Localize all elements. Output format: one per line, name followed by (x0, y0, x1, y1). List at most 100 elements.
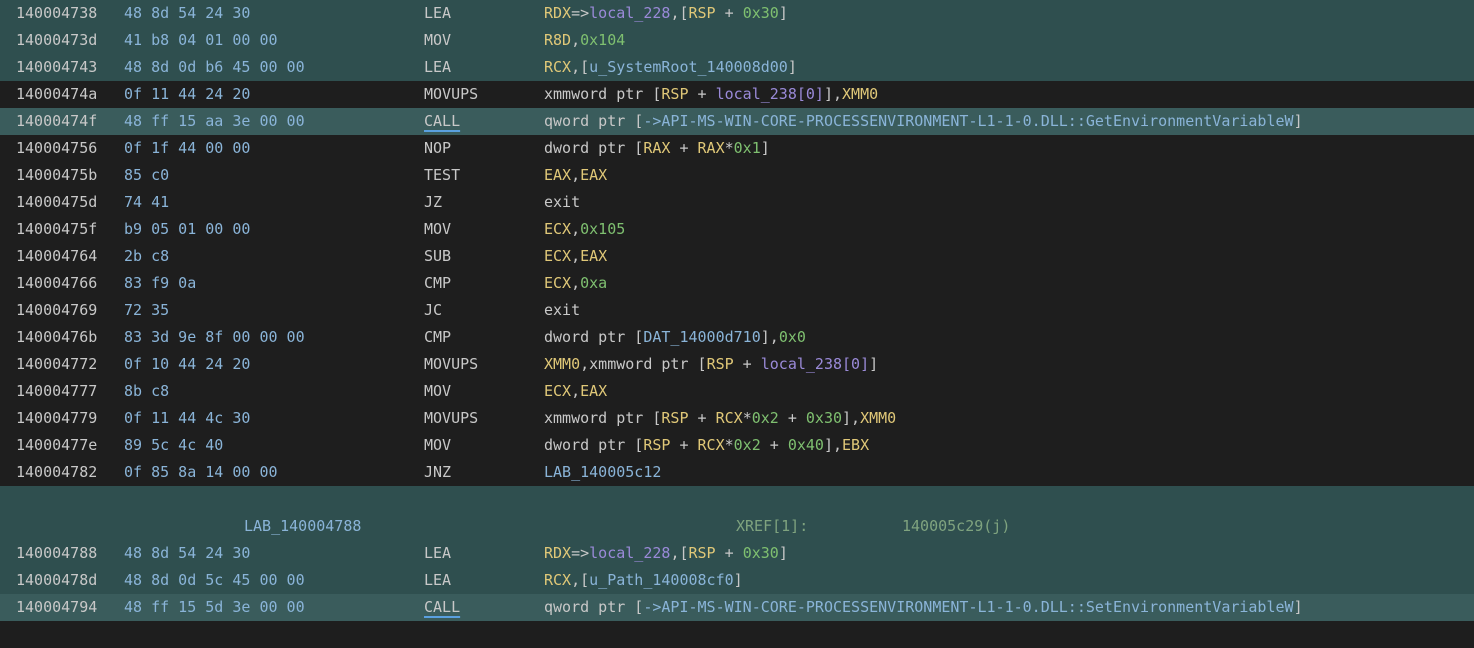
instruction-bytes[interactable]: 89 5c 4c 40 (124, 432, 223, 459)
instruction-row[interactable]: 14000475d 74 41 JZ exit (0, 189, 1474, 216)
instruction-address[interactable]: 140004779 (16, 405, 97, 432)
instruction-operands[interactable]: dword ptr [RAX + RAX*0x1] (544, 135, 770, 162)
instruction-address[interactable]: 140004743 (16, 54, 97, 81)
instruction-address[interactable]: 140004777 (16, 378, 97, 405)
xref-address[interactable]: 140005c29(j) (902, 513, 1010, 540)
instruction-bytes[interactable]: 48 8d 0d b6 45 00 00 (124, 54, 305, 81)
instruction-bytes[interactable]: 0f 85 8a 14 00 00 (124, 459, 278, 486)
instruction-row[interactable]: 140004794 48 ff 15 5d 3e 00 00 CALL qword p… (0, 594, 1474, 621)
instruction-address[interactable]: 14000477e (16, 432, 97, 459)
instruction-mnemonic[interactable]: MOV (424, 216, 451, 243)
instruction-address[interactable]: 140004764 (16, 243, 97, 270)
instruction-bytes[interactable]: 48 ff 15 5d 3e 00 00 (124, 594, 305, 621)
instruction-operands[interactable]: xmmword ptr [RSP + local_238[0]],XMM0 (544, 81, 878, 108)
instruction-operands[interactable]: R8D,0x104 (544, 27, 625, 54)
instruction-mnemonic[interactable]: MOV (424, 432, 451, 459)
instruction-address[interactable]: 140004782 (16, 459, 97, 486)
instruction-bytes[interactable]: 2b c8 (124, 243, 169, 270)
operand-token[interactable]: LAB_140005c12 (544, 463, 661, 481)
code-label[interactable]: LAB_140004788 (244, 513, 361, 540)
instruction-mnemonic[interactable]: CALL (424, 108, 460, 135)
operand-token[interactable]: DAT_14000d710 (643, 328, 760, 346)
instruction-operands[interactable]: ECX,EAX (544, 378, 607, 405)
instruction-bytes[interactable]: 48 ff 15 aa 3e 00 00 (124, 108, 305, 135)
instruction-row[interactable]: 14000473d 41 b8 04 01 00 00 MOV R8D,0x104 (0, 27, 1474, 54)
instruction-bytes[interactable]: 48 8d 54 24 30 (124, 540, 250, 567)
instruction-row[interactable]: 14000478d 48 8d 0d 5c 45 00 00 LEA RCX,[u_P… (0, 567, 1474, 594)
instruction-operands[interactable]: qword ptr [->API-MS-WIN-CORE-PROCESSENVI… (544, 594, 1303, 621)
operand-token[interactable]: ->API-MS-WIN-CORE-PROCESSENVIRONMENT-L1-… (643, 598, 1293, 616)
instruction-operands[interactable]: dword ptr [RSP + RCX*0x2 + 0x40],EBX (544, 432, 869, 459)
instruction-mnemonic[interactable]: LEA (424, 540, 451, 567)
instruction-mnemonic[interactable]: MOV (424, 378, 451, 405)
instruction-bytes[interactable]: 72 35 (124, 297, 169, 324)
instruction-row[interactable]: 14000475b 85 c0 TEST EAX,EAX (0, 162, 1474, 189)
instruction-mnemonic[interactable]: TEST (424, 162, 460, 189)
operand-token[interactable]: u_SystemRoot_140008d00 (589, 58, 788, 76)
instruction-operands[interactable]: ECX,0x105 (544, 216, 625, 243)
instruction-mnemonic[interactable]: JZ (424, 189, 442, 216)
instruction-operands[interactable]: qword ptr [->API-MS-WIN-CORE-PROCESSENVI… (544, 108, 1303, 135)
instruction-row[interactable]: 140004788 48 8d 54 24 30 LEA RDX=>local_228… (0, 540, 1474, 567)
instruction-mnemonic[interactable]: LEA (424, 0, 451, 27)
instruction-operands[interactable]: RCX,[u_SystemRoot_140008d00] (544, 54, 797, 81)
instruction-address[interactable]: 140004756 (16, 135, 97, 162)
instruction-row[interactable]: 140004738 48 8d 54 24 30 LEA RDX=>local_228… (0, 0, 1474, 27)
instruction-address[interactable]: 140004769 (16, 297, 97, 324)
instruction-operands[interactable]: RCX,[u_Path_140008cf0] (544, 567, 743, 594)
instruction-row[interactable]: 140004743 48 8d 0d b6 45 00 00 LEA RCX,[u_S… (0, 54, 1474, 81)
instruction-address[interactable]: 14000475b (16, 162, 97, 189)
instruction-row[interactable]: 140004769 72 35 JC exit (0, 297, 1474, 324)
instruction-address[interactable]: 14000475f (16, 216, 97, 243)
instruction-address[interactable]: 14000473d (16, 27, 97, 54)
instruction-operands[interactable]: RDX=>local_228,[RSP + 0x30] (544, 540, 788, 567)
instruction-address[interactable]: 14000476b (16, 324, 97, 351)
label-row[interactable]: LAB_140004788 XREF[1]: 140005c29(j) (0, 513, 1474, 540)
instruction-row[interactable]: 140004764 2b c8 SUB ECX,EAX (0, 243, 1474, 270)
instruction-row[interactable]: 140004782 0f 85 8a 14 00 00 JNZ LAB_140005c… (0, 459, 1474, 486)
instruction-mnemonic[interactable]: JNZ (424, 459, 451, 486)
instruction-address[interactable]: 14000474a (16, 81, 97, 108)
instruction-operands[interactable]: EAX,EAX (544, 162, 607, 189)
instruction-address[interactable]: 14000478d (16, 567, 97, 594)
instruction-mnemonic[interactable]: JC (424, 297, 442, 324)
instruction-mnemonic[interactable]: NOP (424, 135, 451, 162)
instruction-operands[interactable]: XMM0,xmmword ptr [RSP + local_238[0]] (544, 351, 878, 378)
instruction-operands[interactable]: xmmword ptr [RSP + RCX*0x2 + 0x30],XMM0 (544, 405, 896, 432)
instruction-bytes[interactable]: 0f 11 44 4c 30 (124, 405, 250, 432)
instruction-bytes[interactable]: 83 3d 9e 8f 00 00 00 (124, 324, 305, 351)
instruction-bytes[interactable]: 0f 10 44 24 20 (124, 351, 250, 378)
instruction-bytes[interactable]: b9 05 01 00 00 (124, 216, 250, 243)
operand-token[interactable]: local_238[0] (761, 355, 869, 373)
instruction-mnemonic[interactable]: CMP (424, 270, 451, 297)
operand-token[interactable]: u_Path_140008cf0 (589, 571, 734, 589)
instruction-bytes[interactable]: 0f 1f 44 00 00 (124, 135, 250, 162)
instruction-mnemonic[interactable]: MOV (424, 27, 451, 54)
instruction-address[interactable]: 140004772 (16, 351, 97, 378)
instruction-row[interactable]: 140004777 8b c8 MOV ECX,EAX (0, 378, 1474, 405)
instruction-operands[interactable]: exit (544, 189, 580, 216)
operand-token[interactable]: local_228 (589, 544, 670, 562)
instruction-mnemonic[interactable]: CMP (424, 324, 451, 351)
instruction-mnemonic[interactable]: LEA (424, 54, 451, 81)
instruction-row[interactable]: 140004766 83 f9 0a CMP ECX,0xa (0, 270, 1474, 297)
instruction-row[interactable]: 140004756 0f 1f 44 00 00 NOP dword ptr [RAX… (0, 135, 1474, 162)
instruction-mnemonic[interactable]: MOVUPS (424, 81, 478, 108)
instruction-row[interactable]: 14000474a 0f 11 44 24 20 MOVUPS xmmword ptr… (0, 81, 1474, 108)
instruction-address[interactable]: 140004788 (16, 540, 97, 567)
instruction-bytes[interactable]: 48 8d 0d 5c 45 00 00 (124, 567, 305, 594)
instruction-row[interactable]: 14000475f b9 05 01 00 00 MOV ECX,0x105 (0, 216, 1474, 243)
instruction-mnemonic[interactable]: LEA (424, 567, 451, 594)
operand-token[interactable]: local_228 (589, 4, 670, 22)
instruction-operands[interactable]: ECX,0xa (544, 270, 607, 297)
instruction-mnemonic[interactable]: MOVUPS (424, 351, 478, 378)
instruction-address[interactable]: 140004794 (16, 594, 97, 621)
instruction-bytes[interactable]: 0f 11 44 24 20 (124, 81, 250, 108)
instruction-bytes[interactable]: 8b c8 (124, 378, 169, 405)
instruction-bytes[interactable]: 74 41 (124, 189, 169, 216)
instruction-address[interactable]: 14000474f (16, 108, 97, 135)
instruction-address[interactable]: 14000475d (16, 189, 97, 216)
operand-token[interactable]: local_238[0] (716, 85, 824, 103)
instruction-row[interactable]: 14000477e 89 5c 4c 40 MOV dword ptr [RSP + … (0, 432, 1474, 459)
instruction-address[interactable]: 140004738 (16, 0, 97, 27)
